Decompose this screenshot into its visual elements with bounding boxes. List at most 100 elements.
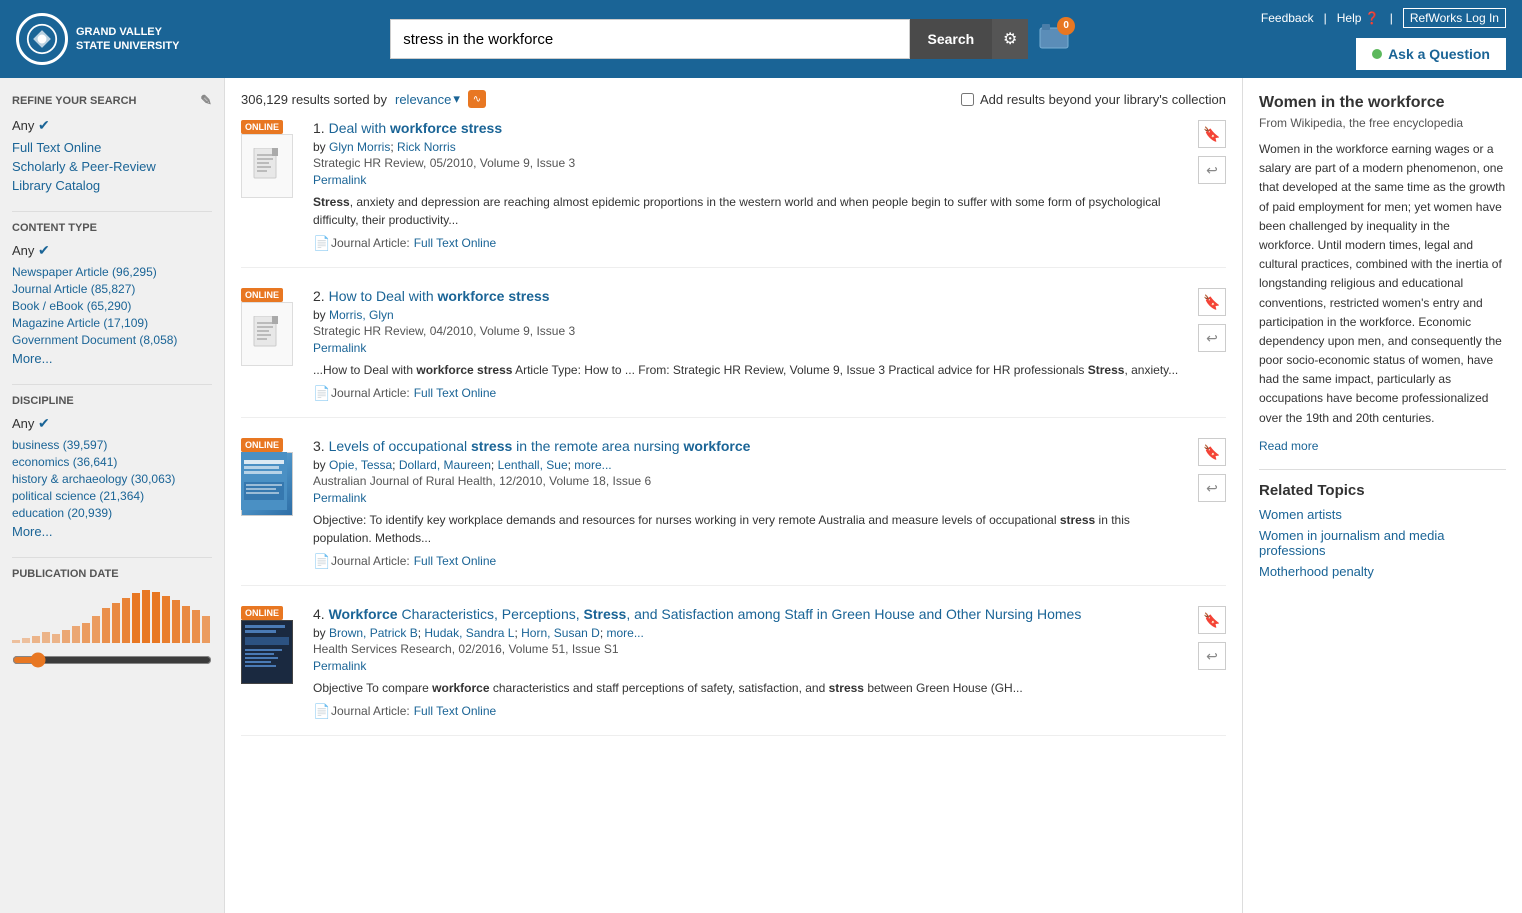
more-discipline-link[interactable]: More... [12,524,212,539]
result-title-link-1[interactable]: Deal with workforce stress [329,120,503,136]
full-text-link-1[interactable]: Full Text Online [414,236,496,250]
result-snippet-1: Stress, anxiety and depression are reach… [313,193,1190,229]
government-doc-link[interactable]: Government Document (8,058) [12,333,177,347]
result-snippet-2: ...How to Deal with workforce stress Art… [313,361,1190,379]
result-title-3: 3. Levels of occupational stress in the … [313,438,1190,454]
result-title-2: 2. How to Deal with workforce stress [313,288,1190,304]
result-actions-4: 🔖 ↩ [1198,606,1226,670]
doc-small-icon-2: 📄 [313,385,327,401]
author-dollard-maureen[interactable]: Dollard, Maureen [399,458,491,472]
full-text-link-3[interactable]: Full Text Online [414,554,496,568]
pub-date-slider[interactable] [12,652,212,668]
save-btn-4[interactable]: 🔖 [1198,606,1226,634]
result-permalink-3[interactable]: Permalink [313,491,366,505]
author-link-morris-glyn[interactable]: Morris, Glyn [329,308,394,322]
content-type-title: CONTENT TYPE [12,222,212,234]
author-hudak-sandra[interactable]: Hudak, Sandra L [424,626,514,640]
logo: Grand Valley State University [16,13,180,65]
book-ebook-item: Book / eBook (65,290) [12,299,212,313]
result-content-1: 1. Deal with workforce stress by Glyn Mo… [313,120,1190,251]
result-meta-4: Health Services Research, 02/2016, Volum… [313,642,1190,656]
related-topic-women-journalism[interactable]: Women in journalism and media profession… [1259,528,1506,558]
search-button[interactable]: Search [910,19,993,59]
book-ebook-link[interactable]: Book / eBook (65,290) [12,299,131,313]
result-item-1: online 1. Deal with workf [241,120,1226,268]
save-btn-1[interactable]: 🔖 [1198,120,1226,148]
business-item: business (39,597) [12,438,212,452]
help-link[interactable]: Help ❓ [1337,11,1380,25]
author-link-glyn-morris[interactable]: Glyn Morris [329,140,390,154]
result-content-2: 2. How to Deal with workforce stress by … [313,288,1190,401]
add-beyond-checkbox-area: Add results beyond your library's collec… [961,92,1226,107]
related-topic-women-artists[interactable]: Women artists [1259,507,1506,522]
result-title-link-3[interactable]: Levels of occupational stress in the rem… [329,438,751,454]
feedback-link[interactable]: Feedback [1261,11,1314,25]
save-btn-3[interactable]: 🔖 [1198,438,1226,466]
relevance-sort-link[interactable]: relevance ▾ [395,91,460,107]
ask-question-button[interactable]: Ask a Question [1356,38,1506,70]
author-brown-patrick[interactable]: Brown, Patrick B [329,626,418,640]
results-header: 306,129 results sorted by relevance ▾ ∿ … [241,90,1226,108]
author-link-rick-norris[interactable]: Rick Norris [397,140,456,154]
result-item-2: online 2. How to Deal wit [241,288,1226,418]
history-archaeology-item: history & archaeology (30,063) [12,472,212,486]
top-links: Feedback | Help ❓ | RefWorks Log In [1261,8,1506,28]
share-btn-3[interactable]: ↩ [1198,474,1226,502]
result-content-3: 3. Levels of occupational stress in the … [313,438,1190,569]
political-science-link[interactable]: political science (21,364) [12,489,144,503]
result-title-link-2[interactable]: How to Deal with workforce stress [329,288,550,304]
author-horn-susan[interactable]: Horn, Susan D [521,626,600,640]
rss-icon[interactable]: ∿ [468,90,486,108]
discipline-any-label: Any ✔ [12,415,212,432]
business-link[interactable]: business (39,597) [12,438,107,452]
ask-dot-icon [1372,49,1382,59]
history-archaeology-link[interactable]: history & archaeology (30,063) [12,472,175,486]
pub-date-title: PUBLICATION DATE [12,568,212,580]
more-content-link[interactable]: More... [12,351,212,366]
search-settings-button[interactable]: ⚙ [992,19,1028,59]
save-btn-2[interactable]: 🔖 [1198,288,1226,316]
sidebar-any-label: Any ✔ [12,117,212,134]
add-beyond-checkbox[interactable] [961,93,974,106]
share-btn-4[interactable]: ↩ [1198,642,1226,670]
result-permalink-1[interactable]: Permalink [313,173,366,187]
full-text-online-link[interactable]: Full Text Online [12,140,212,155]
logo-text: Grand Valley State University [76,25,180,54]
magazine-article-link[interactable]: Magazine Article (17,109) [12,316,148,330]
pub-date-section: PUBLICATION DATE [12,568,212,671]
author-more-3[interactable]: more... [574,458,611,472]
journal-article-link[interactable]: Journal Article (85,827) [12,282,135,296]
scholarly-peer-review-link[interactable]: Scholarly & Peer-Review [12,159,212,174]
search-input[interactable] [390,19,909,59]
library-catalog-link[interactable]: Library Catalog [12,178,212,193]
pub-date-chart [12,588,212,648]
full-text-link-2[interactable]: Full Text Online [414,386,496,400]
content-type-section: CONTENT TYPE Any ✔ Newspaper Article (96… [12,222,212,366]
political-science-item: political science (21,364) [12,489,212,503]
result-meta-1: Strategic HR Review, 05/2010, Volume 9, … [313,156,1190,170]
result-permalink-2[interactable]: Permalink [313,341,366,355]
share-btn-2[interactable]: ↩ [1198,324,1226,352]
economics-link[interactable]: economics (36,641) [12,455,117,469]
related-topic-motherhood-penalty[interactable]: Motherhood penalty [1259,564,1506,579]
result-title-link-4[interactable]: Workforce Characteristics, Perceptions, … [329,606,1082,622]
author-opie-tessa[interactable]: Opie, Tessa [329,458,392,472]
share-btn-1[interactable]: ↩ [1198,156,1226,184]
result-item-3: online 3. Le [241,438,1226,586]
author-lenthall-sue[interactable]: Lenthall, Sue [498,458,568,472]
read-more-link[interactable]: Read more [1259,439,1318,453]
newspaper-article-link[interactable]: Newspaper Article (96,295) [12,265,157,279]
refworks-link[interactable]: RefWorks Log In [1403,8,1506,28]
refine-edit-icon[interactable]: ✎ [200,92,212,109]
full-text-link-4[interactable]: Full Text Online [414,704,496,718]
results-area: 306,129 results sorted by relevance ▾ ∿ … [225,78,1242,913]
education-link[interactable]: education (20,939) [12,506,112,520]
magazine-article-item: Magazine Article (17,109) [12,316,212,330]
cart-icon[interactable]: 0 [1038,22,1070,57]
result-snippet-3: Objective: To identify key workplace dem… [313,511,1190,547]
doc-small-icon-1: 📄 [313,235,327,251]
author-more-4[interactable]: more... [607,626,644,640]
result-actions-1: 🔖 ↩ [1198,120,1226,184]
result-thumbnail-4: online [241,606,301,678]
result-permalink-4[interactable]: Permalink [313,659,366,673]
